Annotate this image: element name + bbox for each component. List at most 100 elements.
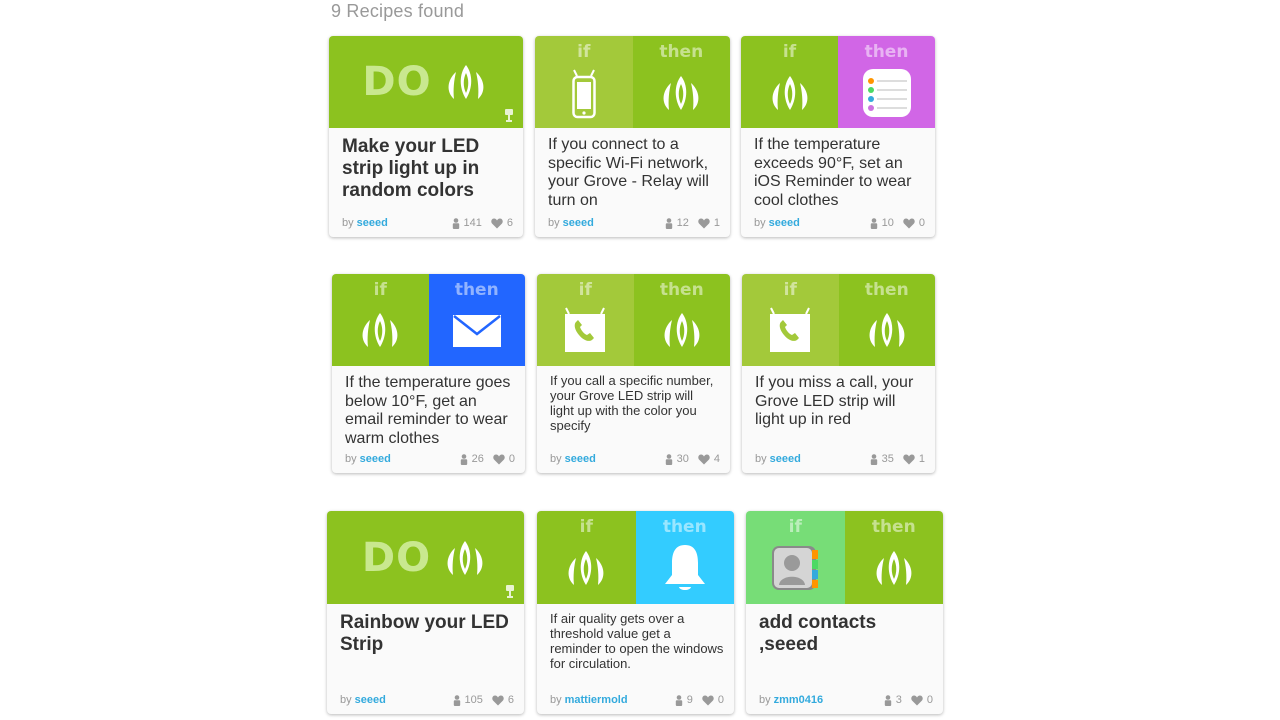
recipe-stats: 10 0 [870, 217, 925, 229]
notification-bell-icon [664, 545, 705, 590]
by-label: by [550, 453, 562, 465]
recipe-footer: by mattiermold 9 0 [550, 693, 724, 707]
user-icon [453, 694, 460, 706]
recipe-stats: 3 0 [884, 694, 933, 706]
user-icon [870, 217, 877, 229]
recipe-card[interactable]: if then If the temperature goes below 10… [332, 274, 525, 473]
recipe-card[interactable]: if then If you call a specific number, y… [537, 274, 730, 473]
recipe-footer: by seeed 10 0 [754, 216, 925, 230]
android-phone-call-icon [770, 307, 811, 352]
if-label: if [782, 42, 797, 62]
contacts-icon [772, 546, 819, 590]
recipe-footer: by seeed 35 1 [755, 452, 925, 466]
action-channel: then [838, 274, 935, 366]
heart-icon [702, 695, 714, 705]
trigger-channel: if [332, 274, 429, 366]
recipe-stats: 30 4 [665, 453, 720, 465]
recipe-footer: by seeed 30 4 [550, 452, 720, 466]
recipe-title: add contacts ,seeed [759, 612, 877, 655]
do-app-badge-icon [506, 585, 514, 598]
by-label: by [345, 453, 357, 465]
by-label: by [754, 217, 766, 229]
heart-icon [903, 454, 915, 464]
author-link[interactable]: zmm0416 [774, 694, 824, 706]
favorites-count: 0 [508, 453, 515, 465]
recipe-card[interactable]: if then If you miss a call, your Grove L… [742, 274, 935, 473]
recipe-stats: 12 1 [665, 217, 720, 229]
action-channel: then [635, 511, 734, 604]
recipe-banner: if then [537, 511, 734, 604]
seeed-logo-icon [362, 313, 398, 347]
if-label: if [578, 280, 592, 300]
do-icon: DO [361, 534, 432, 581]
then-label: then [864, 280, 909, 300]
recipe-card[interactable]: DO Rainbow your LED Strip by seeed 105 6 [327, 511, 524, 714]
if-label: if [373, 280, 387, 300]
recipe-card[interactable]: if then add contacts ,seeed by zmm0416 3… [746, 511, 943, 714]
by-label: by [340, 694, 352, 706]
seeed-logo-icon [448, 65, 484, 99]
recipe-card[interactable]: if then If the temperature exceeds 90°F,… [741, 36, 935, 237]
trigger-channel: if [537, 274, 634, 366]
recipe-stats: 35 1 [870, 453, 925, 465]
recipe-title: If you connect to a specific Wi-Fi netwo… [548, 136, 709, 209]
recipe-card[interactable]: if then If air quality gets over a thres… [537, 511, 734, 714]
then-label: then [871, 517, 916, 537]
recipe-card[interactable]: if then If you connect to a specific Wi-… [535, 36, 730, 237]
trigger-channel: if [535, 36, 633, 128]
uses-count: 105 [464, 694, 483, 706]
uses-count: 9 [686, 694, 693, 706]
author-link[interactable]: seeed [360, 453, 391, 465]
author-link[interactable]: seeed [770, 453, 801, 465]
uses-count: 141 [463, 217, 482, 229]
heart-icon [491, 218, 503, 228]
seeed-logo-icon [876, 551, 912, 585]
heart-icon [911, 695, 923, 705]
trigger-channel: if [741, 36, 838, 128]
recipe-banner: if then [742, 274, 935, 366]
action-channel: then [844, 511, 943, 604]
favorites-count: 4 [713, 453, 720, 465]
seeed-logo-icon [663, 76, 699, 110]
recipe-stats: 26 0 [460, 453, 515, 465]
user-icon [675, 694, 682, 706]
uses-count: 12 [676, 217, 689, 229]
user-icon [870, 453, 877, 465]
heart-icon [903, 218, 915, 228]
by-label: by [550, 694, 562, 706]
do-icon: DO [362, 59, 432, 105]
author-link[interactable]: seeed [563, 217, 594, 229]
heart-icon [698, 218, 710, 228]
by-label: by [342, 217, 354, 229]
ios-reminders-icon [862, 69, 911, 117]
author-link[interactable]: mattiermold [565, 694, 628, 706]
favorites-count: 1 [918, 453, 925, 465]
by-label: by [755, 453, 767, 465]
if-label: if [788, 517, 802, 537]
author-link[interactable]: seeed [355, 694, 386, 706]
phone-icon [572, 69, 596, 119]
recipe-footer: by zmm0416 3 0 [759, 693, 933, 707]
recipe-banner: DO [327, 511, 524, 604]
then-label: then [659, 42, 704, 62]
user-icon [460, 453, 467, 465]
recipe-card[interactable]: DO Make your LED strip light up in rando… [329, 36, 523, 237]
then-label: then [662, 517, 707, 537]
recipe-banner: DO [329, 36, 523, 128]
author-link[interactable]: seeed [769, 217, 800, 229]
seeed-logo-icon [772, 76, 807, 110]
then-label: then [864, 42, 909, 62]
recipe-title: If the temperature exceeds 90°F, set an … [754, 136, 912, 209]
recipe-banner: if then [537, 274, 730, 366]
recipe-footer: by seeed 141 6 [342, 216, 513, 230]
author-link[interactable]: seeed [565, 453, 596, 465]
trigger-channel: if [537, 511, 636, 604]
action-channel: then [633, 274, 730, 366]
favorites-count: 6 [506, 217, 513, 229]
user-icon [665, 217, 672, 229]
recipe-stats: 105 6 [453, 694, 514, 706]
author-link[interactable]: seeed [357, 217, 388, 229]
user-icon [452, 217, 459, 229]
heart-icon [698, 454, 710, 464]
user-icon [665, 453, 672, 465]
